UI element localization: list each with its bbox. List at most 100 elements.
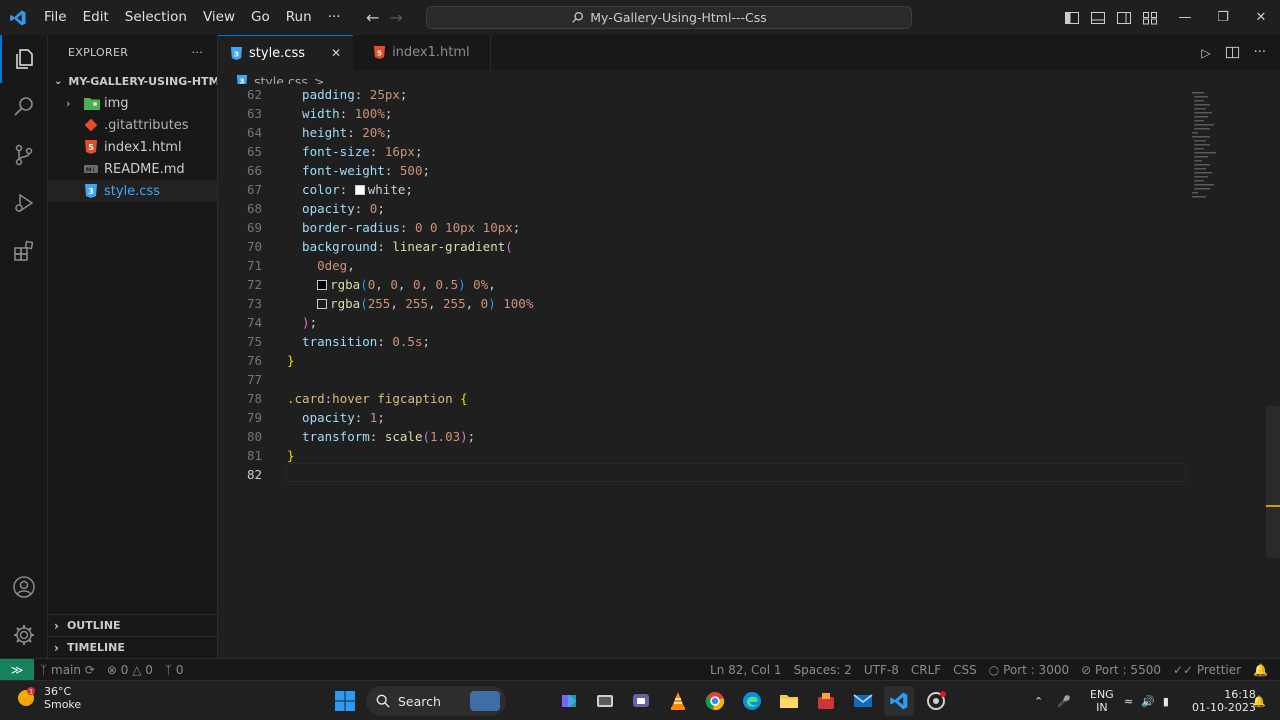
code-line[interactable]: 82 <box>218 465 1218 484</box>
edge-icon[interactable] <box>737 686 767 716</box>
code-line[interactable]: 71 0deg, <box>218 256 1218 275</box>
source-control-icon[interactable] <box>0 131 48 179</box>
vlc-icon[interactable] <box>663 686 693 716</box>
microphone-icon[interactable]: 🎤 <box>1057 695 1071 708</box>
office-app-icon[interactable] <box>811 686 841 716</box>
code-line[interactable]: 74 ); <box>218 313 1218 332</box>
timeline-section[interactable]: › TIMELINE <box>48 636 218 658</box>
code-line[interactable]: 62 padding: 25px; <box>218 85 1218 104</box>
explorer-more-icon[interactable]: ··· <box>192 46 203 59</box>
outline-section[interactable]: › OUTLINE <box>48 614 218 636</box>
tree-item-readme[interactable]: M↓ README.md <box>48 158 217 180</box>
minimap[interactable] <box>1190 92 1220 202</box>
scrollbar-thumb[interactable] <box>1266 406 1280 558</box>
tree-item-style-css[interactable]: 3 style.css <box>48 180 217 202</box>
code-line[interactable]: 63 width: 100%; <box>218 104 1218 123</box>
cursor-position[interactable]: Ln 82, Col 1 <box>704 663 788 677</box>
teams-chat-icon[interactable] <box>626 686 656 716</box>
encoding[interactable]: UTF-8 <box>858 663 905 677</box>
more-actions-icon[interactable]: ··· <box>1254 45 1266 60</box>
file-explorer-icon[interactable] <box>774 686 804 716</box>
code-line[interactable]: 68 opacity: 0; <box>218 199 1218 218</box>
accounts-icon[interactable] <box>0 563 48 611</box>
close-window-icon[interactable]: ✕ <box>1242 0 1280 35</box>
explorer-icon[interactable] <box>0 35 48 83</box>
code-line[interactable]: 73 rgba(255, 255, 255, 0) 100% <box>218 294 1218 313</box>
code-line[interactable]: 78 .card:hover figcaption { <box>218 389 1218 408</box>
color-swatch-icon[interactable] <box>317 299 328 309</box>
code-line[interactable]: 77 <box>218 370 1218 389</box>
code-line[interactable]: 81} <box>218 446 1218 465</box>
tree-item-gitattributes[interactable]: .gitattributes <box>48 114 217 136</box>
branch-status[interactable]: ᛉ main ⟳ <box>34 663 101 677</box>
menu-selection[interactable]: Selection <box>117 0 195 35</box>
language-indicator[interactable]: ENG IN <box>1090 681 1114 720</box>
back-arrow-icon[interactable]: ← <box>366 8 379 27</box>
notifications-bell-icon[interactable]: 🔔 <box>1247 663 1280 677</box>
code-line[interactable]: 72 rgba(0, 0, 0, 0.5) 0%, <box>218 275 1218 294</box>
prettier-status[interactable]: ✓✓ Prettier <box>1167 663 1247 677</box>
customize-layout-icon[interactable] <box>1142 10 1158 26</box>
line-endings[interactable]: CRLF <box>905 663 947 677</box>
settings-gear-icon[interactable] <box>0 611 48 659</box>
code-line[interactable]: 70 background: linear-gradient( <box>218 237 1218 256</box>
code-line[interactable]: 66 font-weight: 500; <box>218 161 1218 180</box>
menu-file[interactable]: File <box>36 0 75 35</box>
indentation[interactable]: Spaces: 2 <box>788 663 858 677</box>
code-editor[interactable]: 62 padding: 25px; 63 width: 100%; 64 heigh… <box>218 84 1280 658</box>
code-line[interactable]: 75 transition: 0.5s; <box>218 332 1218 351</box>
menu-view[interactable]: View <box>195 0 243 35</box>
port-5500[interactable]: ⊘ Port : 5500 <box>1075 663 1167 677</box>
toggle-secondary-sidebar-icon[interactable] <box>1116 10 1132 26</box>
extensions-icon[interactable] <box>0 227 48 275</box>
port-3000[interactable]: ○ Port : 3000 <box>983 663 1075 677</box>
color-swatch-icon[interactable] <box>354 185 365 195</box>
clock[interactable]: 16:18 01-10-2023 <box>1192 681 1256 720</box>
command-center-search[interactable]: My-Gallery-Using-Html---Css <box>426 6 912 29</box>
restore-icon[interactable]: ❐ <box>1204 0 1242 35</box>
menu-run[interactable]: Run <box>278 0 320 35</box>
copilot-icon[interactable] <box>554 686 584 716</box>
color-swatch-icon[interactable] <box>317 280 328 290</box>
workspace-folder[interactable]: ⌄ MY-GALLERY-USING-HTM... <box>48 70 217 92</box>
toggle-panel-icon[interactable] <box>1090 10 1106 26</box>
close-tab-icon[interactable]: ✕ <box>331 46 341 60</box>
code-line[interactable]: 76} <box>218 351 1218 370</box>
run-file-icon[interactable]: ▷ <box>1201 46 1210 60</box>
ports-status[interactable]: ᛉ 0 <box>159 663 190 677</box>
toggle-sidebar-icon[interactable] <box>1064 10 1080 26</box>
language-mode[interactable]: CSS <box>947 663 983 677</box>
split-editor-icon[interactable] <box>1225 45 1240 60</box>
code-line[interactable]: 67 color: white; <box>218 180 1218 199</box>
vscode-taskbar-icon[interactable] <box>884 686 914 716</box>
forward-arrow-icon[interactable]: → <box>389 8 402 27</box>
tree-item-index1-html[interactable]: 5 index1.html <box>48 136 217 158</box>
code-line[interactable]: 79 opacity: 1; <box>218 408 1218 427</box>
search-sidebar-icon[interactable] <box>0 83 48 131</box>
weather-widget[interactable]: 1 36°C Smoke <box>14 685 81 711</box>
mail-icon[interactable] <box>848 686 878 716</box>
menu-go[interactable]: Go <box>243 0 278 35</box>
minimize-icon[interactable]: — <box>1166 0 1204 35</box>
task-view-icon[interactable] <box>590 686 620 716</box>
menu-more[interactable]: ··· <box>320 0 349 35</box>
obs-icon[interactable] <box>921 686 951 716</box>
tree-item-img[interactable]: › img <box>48 92 217 114</box>
code-line[interactable]: 65 font-size: 16px; <box>218 142 1218 161</box>
quick-settings[interactable]: ≈ 🔊 ▮ <box>1124 681 1169 720</box>
chrome-icon[interactable] <box>700 686 730 716</box>
code-line[interactable]: 69 border-radius: 0 0 10px 10px; <box>218 218 1218 237</box>
taskbar-search[interactable]: Search <box>366 686 506 716</box>
remote-indicator-icon[interactable]: ≫ <box>0 658 34 681</box>
code-line[interactable]: 80 transform: scale(1.03); <box>218 427 1218 446</box>
notification-center-icon[interactable]: 🔔 <box>1252 681 1266 720</box>
start-windows-icon[interactable] <box>330 686 360 716</box>
code-line[interactable]: 64 height: 20%; <box>218 123 1218 142</box>
code-token: ( <box>360 277 368 292</box>
tab-index1-html[interactable]: 5 index1.html <box>353 35 491 70</box>
run-debug-icon[interactable] <box>0 179 48 227</box>
tray-overflow-icon[interactable]: ⌃ <box>1034 695 1043 708</box>
problems-status[interactable]: ⊗ 0 △ 0 <box>101 663 159 677</box>
tab-style-css[interactable]: 3 style.css ✕ <box>218 35 354 70</box>
menu-edit[interactable]: Edit <box>75 0 117 35</box>
